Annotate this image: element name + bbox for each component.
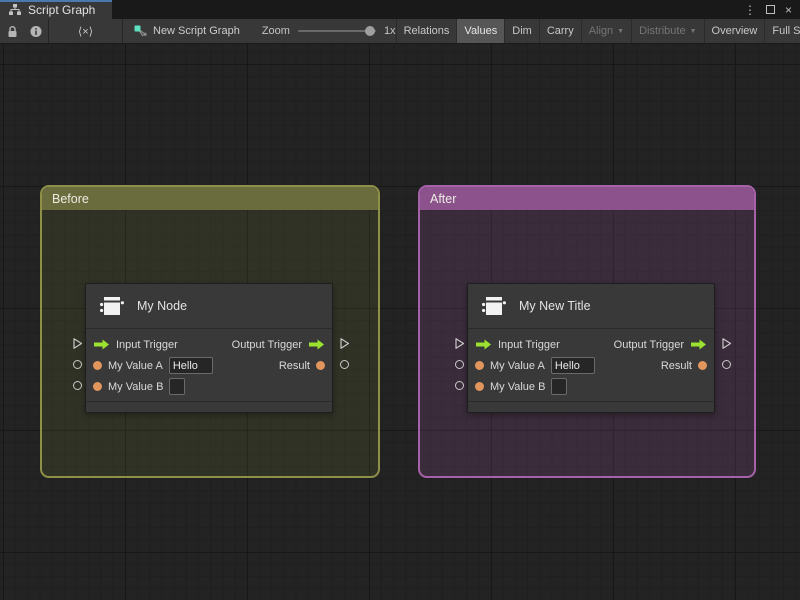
node-header[interactable]: My New Title (468, 284, 714, 329)
port-label: Output Trigger (613, 338, 684, 351)
zoom-control: Zoom 1x (262, 25, 396, 37)
group-after-header[interactable]: After (420, 187, 754, 210)
node-my-new-title[interactable]: My New Title Input Trigger Output Trigge… (467, 283, 715, 413)
ext-value-a-port[interactable] (73, 360, 82, 369)
info-button[interactable] (24, 19, 48, 43)
ext-result-port[interactable] (722, 360, 731, 369)
port-label: My Value A (490, 359, 545, 372)
node-footer (468, 401, 714, 412)
graph-hierarchy-icon (9, 4, 21, 15)
node-body: Input Trigger Output Trigger My Value A … (86, 329, 332, 401)
align-button[interactable]: Align ▼ (580, 19, 632, 43)
port-label: Input Trigger (498, 338, 560, 351)
port-label: Result (278, 359, 310, 372)
value-port-icon[interactable] (475, 382, 484, 391)
value-a-input[interactable] (168, 357, 213, 374)
group-title: After (430, 191, 457, 206)
value-port-icon[interactable] (316, 361, 325, 370)
graph-canvas[interactable]: Before After My Node Input Trigger Outpu… (0, 44, 800, 600)
port-label: Output Trigger (231, 338, 302, 351)
port-row: My Value B (468, 376, 714, 397)
group-title: Before (52, 191, 89, 206)
tab-script-graph[interactable]: Script Graph (0, 0, 112, 19)
active-tab-accent (0, 0, 112, 2)
trigger-in-port-icon[interactable] (475, 339, 492, 350)
value-a-input[interactable] (550, 357, 595, 374)
window-controls: ⋮ × (744, 0, 800, 19)
distribute-button[interactable]: Distribute ▼ (631, 19, 704, 43)
dim-button[interactable]: Dim (504, 19, 539, 43)
port-label: My Value B (108, 380, 164, 393)
menu-icon[interactable]: ⋮ (744, 4, 756, 16)
tab-bar: Script Graph ⋮ × (0, 0, 800, 19)
trigger-in-port-icon[interactable] (93, 339, 110, 350)
ext-output-trigger-port[interactable] (720, 337, 733, 350)
ext-value-a-port[interactable] (455, 360, 464, 369)
group-before-header[interactable]: Before (42, 187, 378, 210)
node-body: Input Trigger Output Trigger My Value A … (468, 329, 714, 401)
trigger-out-port-icon[interactable] (308, 339, 325, 350)
script-graph-icon (134, 25, 147, 37)
lock-button[interactable] (0, 19, 24, 43)
value-port-icon[interactable] (698, 361, 707, 370)
close-icon[interactable]: × (785, 4, 792, 16)
ext-result-port[interactable] (340, 360, 349, 369)
carry-button[interactable]: Carry (538, 19, 581, 43)
chevron-down-icon: ▼ (617, 27, 625, 35)
toolbar-right-buttons: Relations Values Dim Carry Align ▼ Distr… (395, 19, 800, 43)
port-row: Input Trigger Output Trigger (86, 334, 332, 355)
unit-icon (100, 297, 124, 315)
port-label: My Value A (108, 359, 163, 372)
port-row: My Value B (86, 376, 332, 397)
port-row: My Value A Result (86, 355, 332, 376)
zoom-value: 1x (383, 25, 396, 37)
code-view-button[interactable]: ⟨×⟩ (49, 19, 122, 43)
chevron-down-icon: ▼ (689, 27, 697, 35)
ext-value-b-port[interactable] (455, 381, 464, 390)
graph-name[interactable]: New Script Graph (123, 24, 248, 38)
node-footer (86, 401, 332, 412)
zoom-slider[interactable] (297, 26, 376, 36)
value-port-icon[interactable] (93, 382, 102, 391)
port-label: My Value B (490, 380, 546, 393)
ext-value-b-port[interactable] (73, 381, 82, 390)
tab-title: Script Graph (28, 2, 96, 17)
value-port-icon[interactable] (93, 361, 102, 370)
node-title: My Node (137, 299, 188, 313)
zoom-label: Zoom (261, 25, 290, 37)
maximize-icon[interactable] (765, 5, 775, 14)
value-port-icon[interactable] (475, 361, 484, 370)
node-my-node[interactable]: My Node Input Trigger Output Trigger My … (85, 283, 333, 413)
fullscreen-button[interactable]: Full Scr (764, 19, 800, 43)
node-title: My New Title (519, 299, 591, 313)
value-b-input[interactable] (169, 378, 186, 395)
overview-button[interactable]: Overview (703, 19, 765, 43)
value-b-input[interactable] (551, 378, 568, 395)
port-label: Result (660, 359, 692, 372)
graph-name-label: New Script Graph (153, 25, 240, 37)
ext-input-trigger-port[interactable] (453, 337, 466, 350)
toolbar: ⟨×⟩ New Script Graph Zoom 1x Relations V… (0, 19, 800, 44)
ext-input-trigger-port[interactable] (71, 337, 84, 350)
info-icon (30, 25, 42, 37)
trigger-out-port-icon[interactable] (690, 339, 707, 350)
unity-script-graph-window: Script Graph ⋮ × ⟨×⟩ New Script Graph Zo… (0, 0, 800, 600)
values-button[interactable]: Values (456, 19, 505, 43)
relations-button[interactable]: Relations (395, 19, 457, 43)
node-header[interactable]: My Node (86, 284, 332, 329)
port-row: My Value A Result (468, 355, 714, 376)
ext-output-trigger-port[interactable] (338, 337, 351, 350)
unit-icon (482, 297, 506, 315)
lock-icon (8, 25, 16, 37)
zoom-slider-handle[interactable] (364, 26, 375, 36)
port-label: Input Trigger (116, 338, 178, 351)
port-row: Input Trigger Output Trigger (468, 334, 714, 355)
